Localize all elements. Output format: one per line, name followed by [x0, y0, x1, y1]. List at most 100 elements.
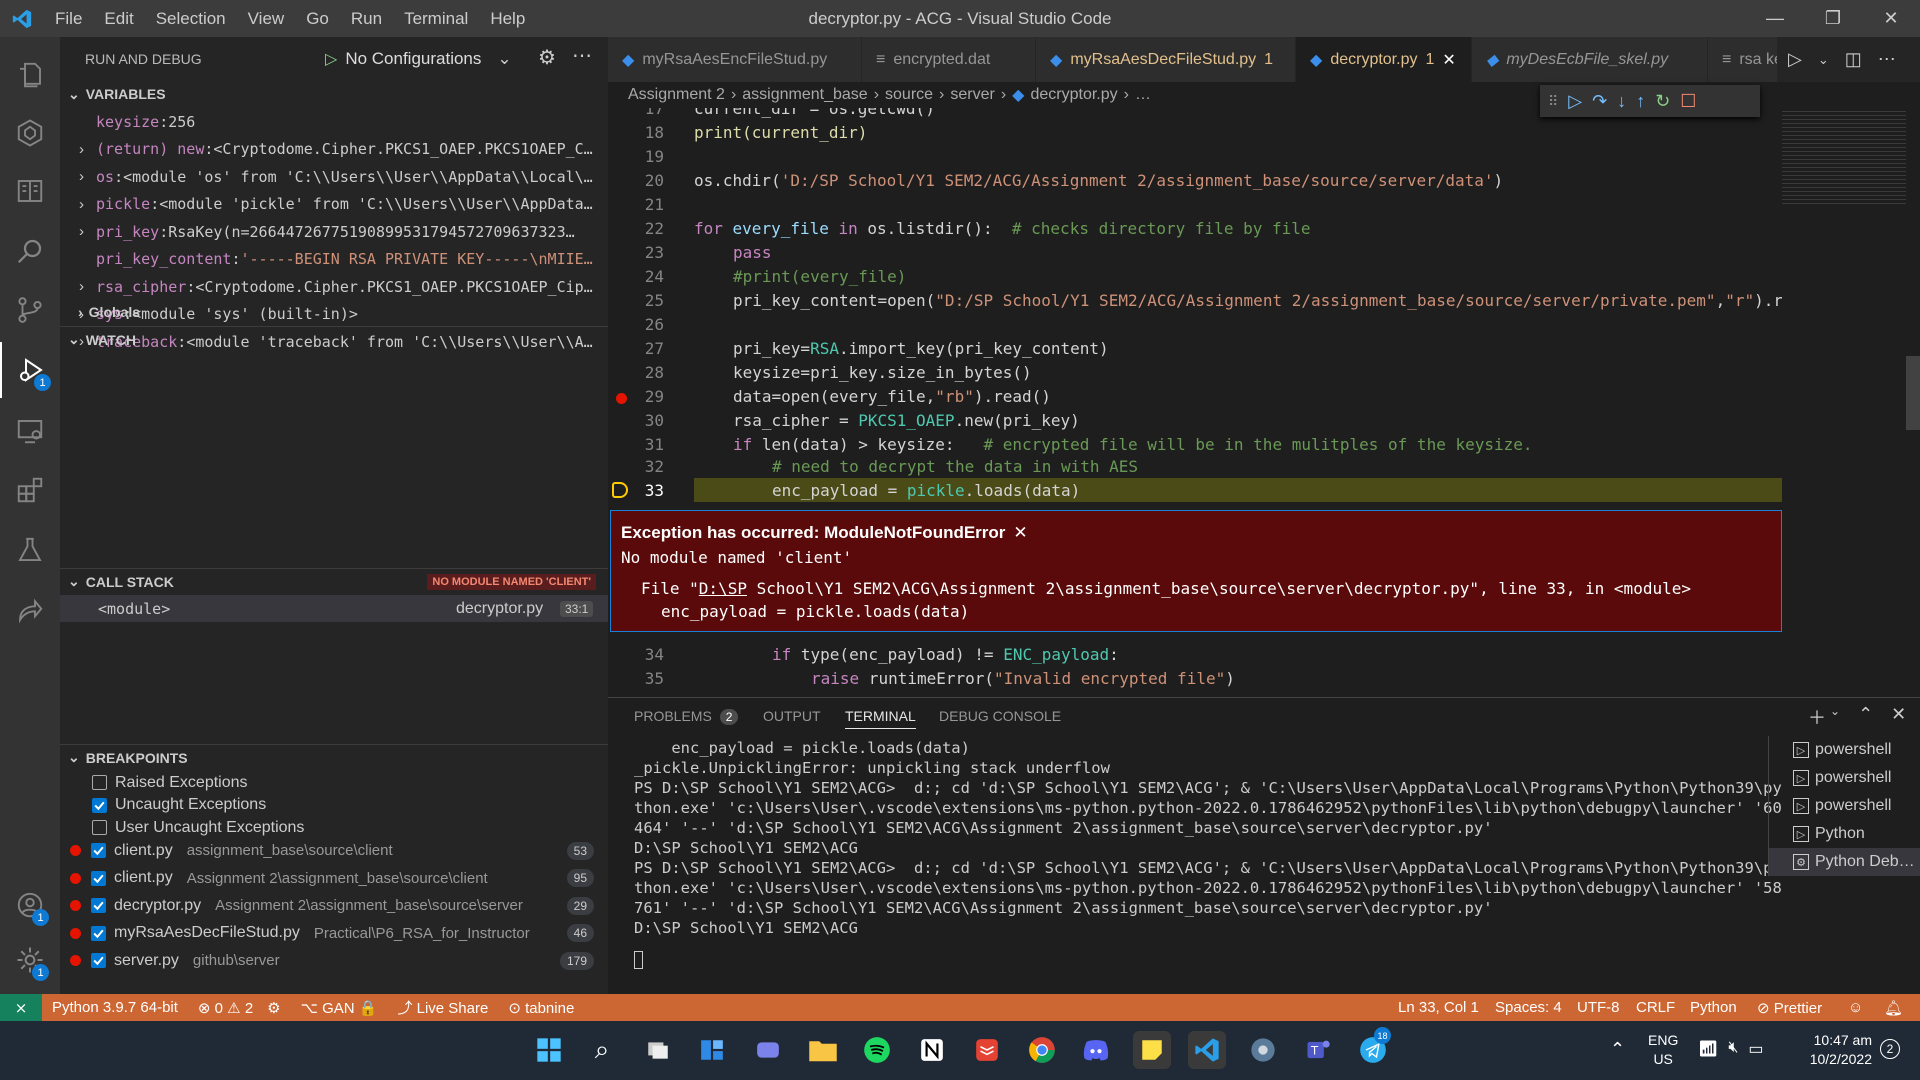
debug-status-icon[interactable]: ⚙ [267, 999, 280, 1017]
close-panel-icon[interactable]: ✕ [1891, 704, 1906, 730]
editor-scrollbar[interactable] [1906, 356, 1920, 430]
manage-gear-icon[interactable]: 1 [0, 932, 60, 988]
menu-view[interactable]: View [237, 0, 296, 37]
checkbox[interactable] [91, 870, 106, 886]
run-debug-icon[interactable]: 1 [0, 342, 60, 398]
telegram-icon[interactable]: 18 [1354, 1027, 1392, 1069]
variable-row[interactable]: › pickle: <module 'pickle' from 'C:\\User… [60, 191, 608, 218]
prettier-status[interactable]: ⊘ Prettier [1757, 999, 1822, 1017]
new-terminal-icon[interactable]: ＋ [1808, 704, 1826, 730]
close-tab-icon[interactable]: ✕ [1442, 50, 1455, 70]
python-interpreter[interactable]: Python 3.9.7 64-bit [52, 999, 178, 1016]
checkbox[interactable] [91, 925, 106, 941]
stop-icon[interactable]: ☐ [1680, 91, 1696, 112]
extensions-icon[interactable] [0, 462, 60, 518]
callstack-header[interactable]: ⌄ CALL STACK NO MODULE NAMED 'CLIENT' [60, 568, 608, 594]
search-icon[interactable] [0, 223, 60, 279]
indentation[interactable]: Spaces: 4 [1495, 999, 1562, 1016]
chrome-icon[interactable] [1023, 1031, 1061, 1069]
file-encoding[interactable]: UTF-8 [1577, 999, 1620, 1016]
teams-icon[interactable]: T [1299, 1031, 1337, 1069]
widgets-icon[interactable] [693, 1031, 731, 1069]
tabnine-status[interactable]: ⊙ tabnine [508, 999, 574, 1017]
checkbox[interactable] [92, 797, 107, 813]
tab-problems[interactable]: PROBLEMS 2 [634, 708, 739, 725]
chevron-down-icon[interactable]: ⌄ [1830, 704, 1840, 730]
discord-icon[interactable] [1077, 1031, 1115, 1069]
file-breakpoint[interactable]: client.py Assignment 2\assignment_base\so… [60, 865, 608, 892]
step-into-icon[interactable]: ↓ [1617, 91, 1626, 112]
cursor-position[interactable]: Ln 33, Col 1 [1398, 999, 1479, 1016]
checkbox[interactable] [91, 843, 106, 858]
run-file-icon[interactable]: ▷ [1788, 49, 1802, 70]
file-explorer-icon[interactable] [804, 1031, 842, 1069]
watch-header[interactable]: ⌄ WATCH [60, 326, 608, 352]
maximize-panel-icon[interactable]: ⌃ [1858, 704, 1873, 730]
tab-decryptor[interactable]: ◆ decryptor.py 1 ✕ [1296, 37, 1472, 82]
callstack-frame[interactable]: <module> decryptor.py 33:1 [60, 595, 608, 622]
menu-selection[interactable]: Selection [145, 0, 237, 37]
close-exception-icon[interactable]: ✕ [1013, 523, 1027, 543]
variable-row[interactable]: › (return) new: <Cryptodome.Cipher.PKCS1_… [60, 136, 608, 163]
source-control-icon[interactable] [0, 282, 60, 338]
end-of-line[interactable]: CRLF [1636, 999, 1675, 1016]
todoist-icon[interactable] [968, 1031, 1006, 1069]
teams-chat-icon[interactable] [749, 1031, 787, 1069]
notion-icon[interactable] [913, 1031, 951, 1069]
file-breakpoint[interactable]: decryptor.py Assignment 2\assignment_base… [60, 892, 608, 919]
more-actions-icon[interactable]: ⋯ [572, 43, 592, 68]
feedback-icon[interactable]: ☺ [1848, 999, 1863, 1016]
notifications-bell-icon[interactable]: 🔔︎ [1884, 999, 1903, 1017]
show-hidden-icons-chevron-up-icon[interactable]: ⌃ [1610, 1039, 1625, 1060]
breadcrumb-item[interactable]: assignment_base [742, 86, 867, 104]
tab-myDesEcbFile-skel[interactable]: ◆ myDesEcbFile_skel.py [1472, 37, 1708, 82]
accounts-icon[interactable]: 1 [0, 877, 60, 933]
remote-explorer-icon[interactable] [0, 403, 60, 459]
tab-myRsaAesEncFileStud[interactable]: ◆ myRsaAesEncFileStud.py [608, 37, 862, 82]
menu-run[interactable]: Run [340, 0, 393, 37]
close-window-button[interactable]: ✕ [1862, 0, 1920, 37]
testing-icon[interactable] [0, 522, 60, 578]
breadcrumb-item[interactable]: Assignment 2 [628, 86, 725, 104]
windows-start-icon[interactable] [530, 1031, 568, 1069]
step-over-icon[interactable]: ↷ [1592, 91, 1607, 112]
trace-file-link[interactable]: D:\SP [699, 579, 747, 598]
notification-count[interactable]: 2 [1880, 1039, 1900, 1059]
split-editor-icon[interactable]: ◫ [1845, 49, 1862, 70]
clock[interactable]: 10:47 am 10/2/2022 [1800, 1031, 1872, 1069]
breadcrumb-item[interactable]: … [1135, 86, 1151, 104]
menu-go[interactable]: Go [295, 0, 340, 37]
tab-encrypted-dat[interactable]: ≡ encrypted.dat [862, 37, 1036, 82]
chevron-down-icon[interactable]: ⌄ [1818, 52, 1829, 68]
file-breakpoint[interactable]: client.py assignment_base\source\client 53 [60, 837, 608, 864]
breadcrumb-item[interactable]: source [885, 86, 933, 104]
menu-terminal[interactable]: Terminal [393, 0, 479, 37]
tab-output[interactable]: OUTPUT [763, 708, 821, 724]
drag-handle-icon[interactable]: ⠿ [1548, 93, 1558, 110]
terminal-instance[interactable]: ▷ powershell [1769, 792, 1920, 820]
sticky-notes-icon[interactable] [1133, 1031, 1171, 1069]
terminal-instance[interactable]: ▷ powershell [1769, 764, 1920, 792]
menu-file[interactable]: File [44, 0, 93, 37]
system-tray[interactable]: 📶︎ 🔇︎ ▭ [1698, 1039, 1764, 1059]
restart-icon[interactable]: ↻ [1655, 91, 1670, 112]
variable-row[interactable]: keysize: 256 [60, 108, 608, 135]
file-breakpoint[interactable]: myRsaAesDecFileStud.py Practical\P6_RSA_f… [60, 920, 608, 947]
checkbox[interactable] [91, 898, 106, 913]
live-share-icon[interactable] [0, 582, 60, 638]
variable-row[interactable]: pri_key_content: '-----BEGIN RSA PRIVATE… [60, 246, 608, 273]
taskbar-search-icon[interactable]: ⌕ [583, 1031, 621, 1069]
variable-row[interactable]: › pri_key: RsaKey(n=266447267751908995317… [60, 218, 608, 245]
tab-myRsaAesDecFileStud[interactable]: ◆ myRsaAesDecFileStud.py 1 [1036, 37, 1296, 82]
step-out-icon[interactable]: ↑ [1636, 91, 1645, 112]
variable-row[interactable]: › rsa_cipher: <Cryptodome.Cipher.PKCS1_OA… [60, 273, 608, 300]
branch-indicator[interactable]: ⌥ GAN 🔒 [301, 999, 378, 1017]
open-launch-gear-icon[interactable]: ⚙ [538, 45, 556, 70]
menu-help[interactable]: Help [479, 0, 536, 37]
tab-rsa-key[interactable]: ≡ rsa key [1708, 37, 1778, 82]
variable-row[interactable]: › os: <module 'os' from 'C:\\Users\\User\… [60, 163, 608, 190]
checkbox[interactable] [92, 775, 107, 790]
minimize-button[interactable]: — [1746, 0, 1804, 37]
language-mode[interactable]: Python [1690, 999, 1737, 1016]
file-breakpoint[interactable]: server.py github\server 179 [60, 947, 608, 974]
